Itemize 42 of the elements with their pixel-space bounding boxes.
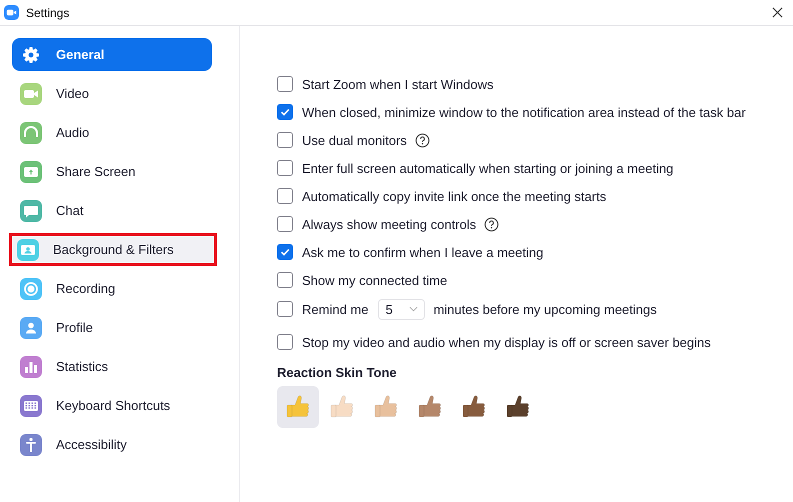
option-label: When closed, minimize window to the notification area instead of the task bar (302, 104, 746, 120)
option-label: Enter full screen automatically when starting or joining a meeting (302, 160, 674, 176)
window-title: Settings (26, 6, 70, 20)
option-label: Automatically copy invite link once the meeting starts (302, 188, 606, 204)
checkbox[interactable] (277, 301, 293, 317)
sidebar-item[interactable]: Video (12, 77, 212, 110)
option-label: Show my connected time (302, 272, 448, 288)
checkbox[interactable] (277, 216, 293, 232)
check-icon (279, 246, 291, 258)
sidebar-item[interactable]: Statistics (12, 350, 212, 383)
help-icon[interactable] (414, 132, 430, 148)
option-label: Use dual monitors (302, 132, 407, 148)
sidebar-item[interactable]: Audio (12, 116, 212, 149)
minutes-dropdown[interactable]: 5 (378, 298, 426, 320)
option-label: Start Zoom when I start Windows (302, 76, 494, 92)
sidebar-item[interactable]: Chat (12, 194, 212, 227)
checkbox[interactable] (277, 104, 293, 120)
sidebar-item[interactable]: Profile (12, 311, 212, 344)
chevron-down-icon (409, 306, 418, 312)
check-icon (279, 106, 291, 118)
checkbox[interactable] (277, 132, 293, 148)
sidebar-item[interactable]: Accessibility (12, 428, 212, 461)
section-heading: Reaction Skin Tone (277, 365, 398, 380)
sidebar-item[interactable]: Background & Filters (9, 233, 217, 266)
sidebar-item[interactable]: General (12, 38, 212, 71)
checkbox[interactable] (277, 334, 293, 350)
checkbox[interactable] (277, 188, 293, 204)
option-label: Remind me (302, 302, 368, 316)
sidebar-item[interactable]: Recording (12, 272, 212, 305)
option-label: minutes before my upcoming meetings (433, 302, 657, 316)
sidebar-item[interactable]: Keyboard Shortcuts (12, 389, 212, 422)
checkbox[interactable] (277, 272, 293, 288)
checkbox[interactable] (277, 160, 293, 176)
close-icon[interactable] (772, 7, 783, 18)
option-label: Stop my video and audio when my display is off or screen saver begins (302, 334, 711, 350)
help-icon[interactable] (484, 216, 500, 232)
sidebar-item[interactable]: Share Screen (12, 155, 212, 188)
checkbox[interactable] (277, 76, 293, 92)
option-label: Ask me to confirm when I leave a meeting (302, 244, 544, 260)
checkbox[interactable] (277, 244, 293, 260)
option-label: Always show meeting controls (302, 216, 476, 232)
app-logo-icon (4, 5, 19, 20)
